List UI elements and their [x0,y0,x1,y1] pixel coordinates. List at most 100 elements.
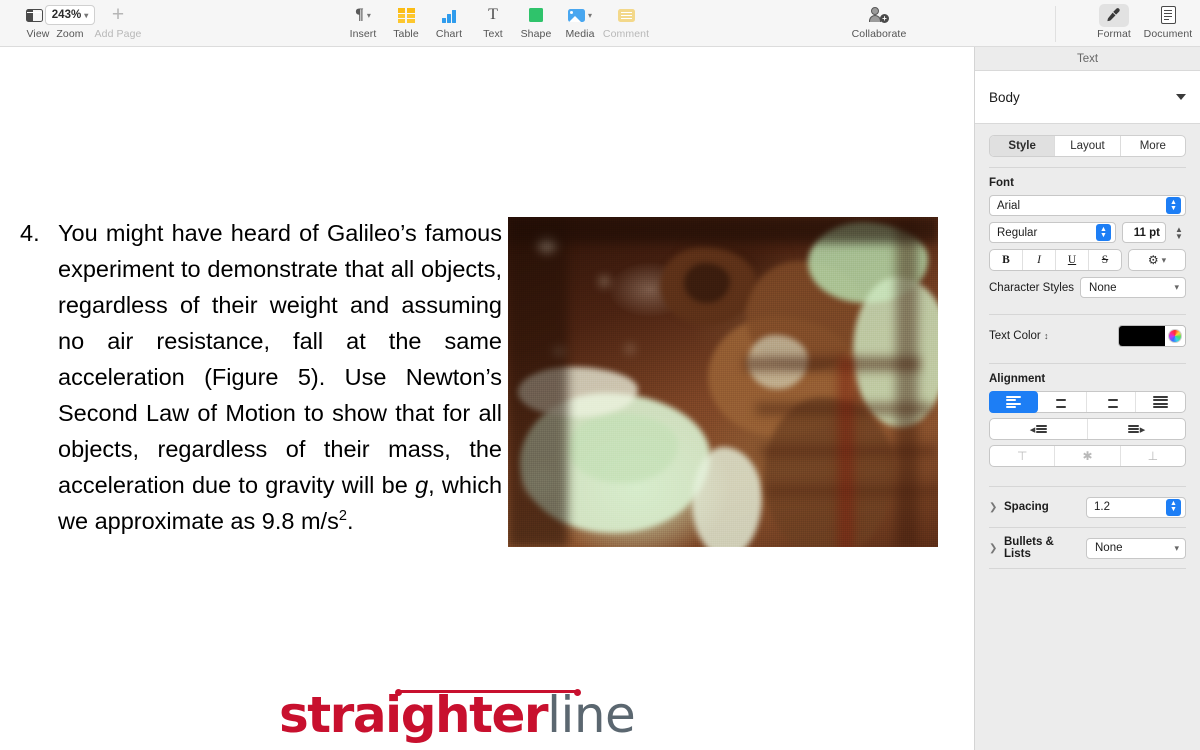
document-canvas[interactable]: 4. You might have heard of Galileo’s fam… [0,47,974,750]
divider [989,527,1186,528]
text-color-control[interactable] [1118,325,1186,347]
pages-app-window: ▾ View 243%▾ Zoom + Add Page ¶▾ Insert T… [0,0,1200,750]
divider [989,167,1186,168]
comment-button[interactable]: Comment [588,4,664,40]
font-section-label: Font [989,177,1014,189]
divider [989,314,1186,315]
toolbar-divider [1055,6,1056,42]
body-paragraph[interactable]: You might have heard of Galileo’s famous… [58,215,502,539]
sidebar-header: Text [975,47,1200,71]
font-weight-select[interactable]: Regular ▲ ▼ [989,222,1116,243]
font-weight-value: Regular [997,226,1038,239]
updown-arrows-icon[interactable]: ↕ [1044,331,1049,341]
spacing-row[interactable]: ❯ Spacing 1.2 ▲ ▼ [989,492,1186,522]
font-family-select[interactable]: Arial ▲ ▼ [989,195,1186,216]
add-page-label: Add Page [94,28,142,40]
font-weight-row: Regular ▲ ▼ 11 pt ▲ ▼ [989,222,1186,243]
logo-text-light: line [547,686,636,744]
align-justify-button[interactable] [1136,392,1185,412]
divider [989,568,1186,569]
character-styles-value: None [1089,281,1117,294]
divider [989,363,1186,364]
logo-dot-left [395,688,402,696]
font-family-value: Arial [997,199,1021,212]
color-wheel-icon[interactable] [1165,326,1185,346]
document-list-item[interactable]: 4. You might have heard of Galileo’s fam… [20,215,502,539]
align-right-button[interactable] [1087,392,1137,412]
toolbar-right-group: Format Document [1088,3,1194,40]
character-styles-label: Character Styles [989,281,1075,294]
gear-icon: ⚙ [1147,253,1159,267]
chevron-down-icon: ▾ [1174,282,1179,292]
collaborate-label: Collaborate [851,28,907,40]
stepper-icon[interactable]: ▲ ▼ [1166,197,1181,214]
font-size-stepper[interactable]: ▲ ▼ [1172,223,1186,242]
italic-button[interactable]: I [1023,250,1056,270]
chevron-right-icon[interactable]: ❯ [989,502,997,513]
text-color-row: Text Color ↕ [989,325,1186,347]
document-button[interactable]: Document [1142,4,1194,40]
decrease-indent-button[interactable]: ◂ [990,419,1088,439]
apollo-astronaut-photo[interactable] [508,217,938,547]
logo-dot-right [574,688,581,696]
align-top-button[interactable]: ⊤ [990,446,1056,466]
vertical-alignment-group: ⊤ ✱ ⊥ [989,445,1186,467]
format-label: Format [1097,28,1131,40]
comment-label: Comment [602,28,650,40]
align-center-button[interactable] [1037,392,1087,412]
straighterline-logo: straighterline [279,687,649,747]
logo-text-bold: straighter [279,686,549,744]
chevron-right-icon[interactable]: ❯ [989,543,997,554]
align-middle-button[interactable]: ✱ [1055,446,1121,466]
character-styles-row: Character Styles None ▾ [989,277,1186,298]
photo-grain [508,217,938,547]
collaborate-person-add-icon: + [869,4,889,26]
text-t-icon: T [488,6,498,23]
collaborate-button[interactable]: + Collaborate [841,4,917,40]
chevron-down-icon: ▾ [1174,542,1179,553]
main-toolbar: ▾ View 243%▾ Zoom + Add Page ¶▾ Insert T… [0,0,1200,47]
text-color-label-text: Text Color [989,330,1041,342]
comment-icon [617,4,635,26]
align-left-button[interactable] [989,391,1038,413]
tab-style[interactable]: Style [990,136,1056,156]
character-styles-select[interactable]: None ▾ [1080,277,1186,298]
spacing-value: 1.2 [1094,501,1110,513]
strikethrough-button[interactable]: S [1089,250,1121,270]
stepper-icon[interactable]: ▲ ▼ [1166,498,1181,516]
paragraph-text-part1: You might have heard of Galileo’s famous… [58,220,502,498]
bullets-select[interactable]: None ▾ [1086,537,1186,559]
bullets-row[interactable]: ❯ Bullets & Lists None ▾ [989,533,1186,563]
zoom-value: 243% [51,9,82,21]
format-button[interactable]: Format [1088,3,1140,40]
spacing-input[interactable]: 1.2 ▲ ▼ [1086,496,1186,518]
horizontal-alignment-group [989,391,1186,413]
bold-button[interactable]: B [990,250,1023,270]
tab-layout[interactable]: Layout [1055,136,1121,156]
chevron-down-icon[interactable] [1176,94,1186,100]
add-page-button[interactable]: + Add Page [80,4,156,40]
paragraph-superscript: 2 [338,508,347,525]
underline-button[interactable]: U [1056,250,1089,270]
tab-more[interactable]: More [1121,136,1185,156]
increase-indent-button[interactable]: ▸ [1088,419,1185,439]
font-style-buttons: B I U S [989,249,1122,271]
paragraph-style-selector[interactable]: Body [975,71,1200,124]
list-number: 4. [20,220,40,246]
align-bottom-button[interactable]: ⊥ [1121,446,1185,466]
indent-group: ◂ ▸ [989,418,1186,440]
document-label: Document [1143,28,1193,40]
paragraph-italic-g: g [415,472,429,498]
font-size-input[interactable]: 11 pt [1122,222,1166,243]
paragraph-text-part3: . [346,508,354,534]
text-color-swatch[interactable] [1119,326,1165,346]
stepper-icon[interactable]: ▲ ▼ [1096,224,1111,241]
font-options-button[interactable]: ⚙ ▾ [1128,249,1186,271]
shape-square-icon [529,4,543,26]
logo-rule [395,688,581,696]
paragraph-style-value: Body [989,89,1020,105]
divider [989,486,1186,487]
sidebar-tabs: Style Layout More [989,135,1186,157]
bullets-label: Bullets & Lists [1004,536,1054,560]
chart-bar-icon [442,4,456,26]
